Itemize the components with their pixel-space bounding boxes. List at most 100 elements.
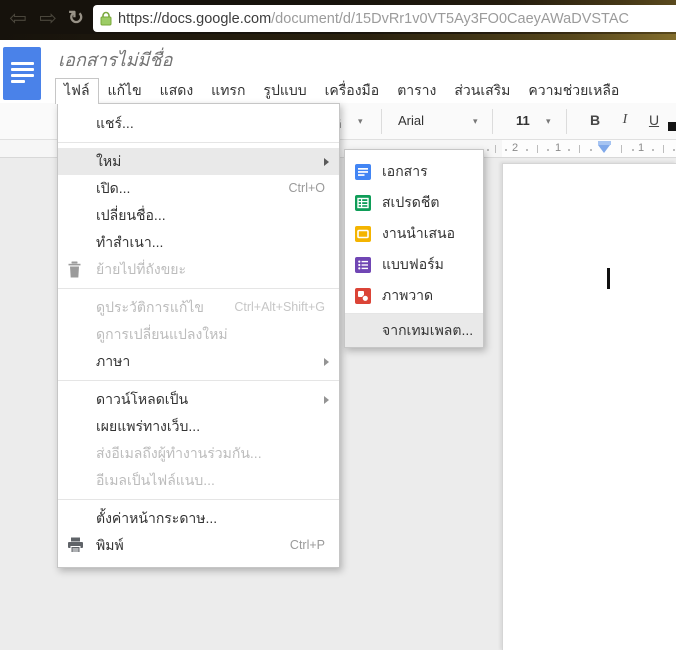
submenu-item-label: ภาพวาด	[382, 285, 433, 307]
browser-forward-icon[interactable]: ⇨	[34, 1, 62, 37]
document-title[interactable]: เอกสารไม่มีชื่อ	[58, 45, 172, 74]
menu-item-label: ตั้งค่าหน้ากระดาษ...	[96, 510, 217, 526]
menu-separator	[58, 288, 339, 289]
document-page[interactable]	[502, 163, 676, 650]
url-text: https://docs.google.com/document/d/15DvR…	[118, 11, 629, 27]
address-bar[interactable]: https://docs.google.com/document/d/15DvR…	[93, 5, 676, 32]
menu-item-share[interactable]: แชร์...	[58, 110, 339, 137]
menu-item-print[interactable]: Ctrl+P พิมพ์	[58, 532, 339, 559]
menu-addons[interactable]: ส่วนเสริม	[445, 78, 519, 103]
menu-item-label: ใหม่	[96, 153, 121, 169]
https-lock-icon	[100, 11, 112, 26]
drawings-file-icon	[355, 288, 371, 304]
shortcut-label: Ctrl+O	[289, 175, 325, 202]
menu-item-revision-history: Ctrl+Alt+Shift+Gดูประวัติการแก้ไข	[58, 294, 339, 321]
submenu-arrow-icon	[324, 158, 329, 166]
chevron-down-icon: ▾	[358, 116, 363, 127]
chevron-down-icon: ▾	[473, 116, 478, 127]
menu-item-label: ทำสำเนา...	[96, 234, 163, 250]
ruler-tick	[621, 145, 622, 153]
menu-item-page-setup[interactable]: ตั้งค่าหน้ากระดาษ...	[58, 505, 339, 532]
submenu-item-presentation[interactable]: งานนำเสนอ	[345, 218, 483, 249]
menu-item-label: ส่งอีเมลถึงผู้ทำงานร่วมกัน...	[96, 445, 262, 461]
ruler-dot	[505, 149, 507, 151]
menu-item-download-as[interactable]: ดาวน์โหลดเป็น	[58, 386, 339, 413]
font-family-dropdown[interactable]: Arial	[398, 113, 424, 128]
ruler-tick	[663, 145, 664, 153]
new-submenu: เอกสาร สเปรดชีต งานนำเสนอ	[344, 149, 484, 348]
chevron-down-icon: ▾	[546, 116, 551, 127]
text-color-swatch[interactable]	[668, 122, 676, 131]
ruler-dot	[487, 149, 489, 151]
menu-item-publish-to-web[interactable]: เผยแพร่ทางเว็บ...	[58, 413, 339, 440]
menu-item-label: พิมพ์	[96, 537, 124, 553]
submenu-arrow-icon	[324, 358, 329, 366]
menu-item-open[interactable]: Ctrl+Oเปิด...	[58, 175, 339, 202]
menu-item-email-as-attachment: อีเมลเป็นไฟล์แนบ...	[58, 467, 339, 494]
bold-button[interactable]: B	[586, 112, 604, 128]
ruler-tick	[537, 145, 538, 153]
menu-view[interactable]: แสดง	[151, 78, 203, 103]
menu-item-label: เปลี่ยนชื่อ...	[96, 207, 166, 223]
printer-icon	[67, 537, 84, 553]
submenu-item-form[interactable]: แบบฟอร์ม	[345, 249, 483, 280]
forms-file-icon	[355, 257, 371, 273]
ruler-dot	[652, 149, 654, 151]
submenu-item-label: จากเทมเพลต...	[382, 320, 473, 342]
slides-file-icon	[355, 226, 371, 242]
ruler-dot	[526, 149, 528, 151]
ruler-number: 1	[555, 142, 561, 154]
menu-separator	[58, 142, 339, 143]
submenu-arrow-icon	[324, 396, 329, 404]
ruler-dot	[632, 149, 634, 151]
submenu-item-label: งานนำเสนอ	[382, 223, 455, 245]
sheets-file-icon	[355, 195, 371, 211]
ruler-tick	[579, 145, 580, 153]
ruler-page-area	[502, 140, 676, 157]
ruler-number: 1	[638, 142, 644, 154]
menu-item-label: ย้ายไปที่ถังขยะ	[96, 261, 186, 277]
menu-edit[interactable]: แก้ไข	[99, 78, 151, 103]
menu-format[interactable]: รูปแบบ	[254, 78, 315, 103]
menu-insert[interactable]: แทรก	[202, 78, 254, 103]
italic-button[interactable]: I	[616, 112, 634, 128]
ruler-dot	[590, 149, 592, 151]
ruler-dot	[673, 149, 675, 151]
indent-marker[interactable]	[598, 141, 611, 154]
submenu-item-label: แบบฟอร์ม	[382, 254, 444, 276]
menu-item-label: อีเมลเป็นไฟล์แนบ...	[96, 472, 215, 488]
ruler-dot	[568, 149, 570, 151]
docs-file-icon	[355, 164, 371, 180]
menu-item-label: ดาวน์โหลดเป็น	[96, 391, 188, 407]
menu-item-new[interactable]: ใหม่	[58, 148, 339, 175]
underline-button[interactable]: U	[645, 112, 663, 128]
submenu-item-label: สเปรดชีต	[382, 192, 439, 214]
menu-table[interactable]: ตาราง	[388, 78, 445, 103]
submenu-item-from-template[interactable]: จากเทมเพลต...	[345, 314, 483, 347]
browser-back-icon[interactable]: ⇦	[4, 1, 32, 37]
menu-item-label: แชร์...	[96, 115, 134, 131]
menu-item-make-copy[interactable]: ทำสำเนา...	[58, 229, 339, 256]
menu-item-rename[interactable]: เปลี่ยนชื่อ...	[58, 202, 339, 229]
browser-refresh-icon[interactable]: ↻	[62, 1, 90, 37]
file-menu-dropdown: แชร์... ใหม่ Ctrl+Oเปิด... เปลี่ยนชื่อ..…	[57, 103, 340, 568]
menu-item-label: ภาษา	[96, 353, 130, 369]
menu-item-label: เผยแพร่ทางเว็บ...	[96, 418, 200, 434]
menu-help[interactable]: ความช่วยเหลือ	[519, 78, 628, 103]
toolbar-divider	[566, 109, 567, 134]
menu-item-label: ดูการเปลี่ยนแปลงใหม่	[96, 326, 228, 342]
menu-tools[interactable]: เครื่องมือ	[316, 78, 389, 103]
submenu-item-spreadsheet[interactable]: สเปรดชีต	[345, 187, 483, 218]
ruler-number: 2	[512, 142, 518, 154]
menu-separator	[58, 499, 339, 500]
menu-bar: ไฟล์ แก้ไข แสดง แทรก รูปแบบ เครื่องมือ ต…	[55, 78, 628, 104]
submenu-item-drawing[interactable]: ภาพวาด	[345, 280, 483, 311]
font-size-dropdown[interactable]: 11	[516, 113, 530, 128]
toolbar-divider	[381, 109, 382, 134]
menu-item-language[interactable]: ภาษา	[58, 348, 339, 375]
submenu-item-document[interactable]: เอกสาร	[345, 156, 483, 187]
shortcut-label: Ctrl+P	[290, 532, 325, 559]
docs-logo-icon[interactable]	[3, 47, 41, 100]
menu-file[interactable]: ไฟล์	[55, 78, 99, 104]
menu-item-email-collaborators: ส่งอีเมลถึงผู้ทำงานร่วมกัน...	[58, 440, 339, 467]
